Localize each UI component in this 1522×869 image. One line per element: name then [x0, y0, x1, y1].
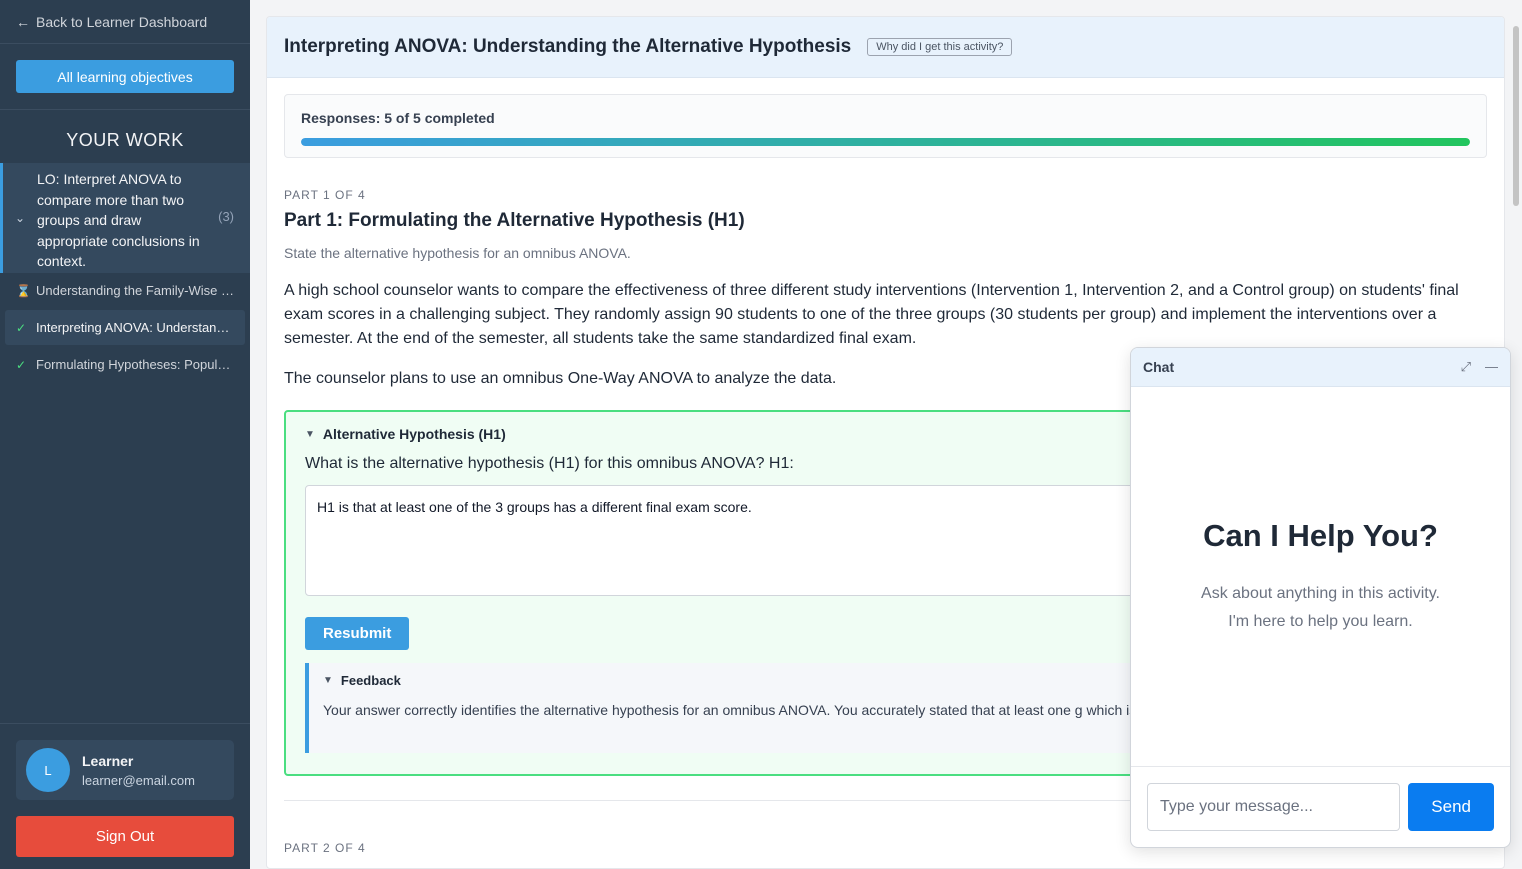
check-icon: ✓	[16, 357, 27, 372]
hourglass-icon: ⌛	[16, 283, 31, 298]
chat-input-row: Send	[1131, 767, 1510, 847]
part-subtitle: State the alternative hypothesis for an …	[284, 245, 631, 261]
activity-label: Interpreting ANOVA: Understanding the Al…	[36, 320, 234, 335]
page-scrollbar[interactable]	[1510, 16, 1522, 869]
back-link-label: Back to Learner Dashboard	[36, 13, 208, 30]
sidebar-activity-family-wise[interactable]: ⌛ Understanding the Family-Wise Error Ra…	[0, 273, 250, 308]
learning-objective-text: LO: Interpret ANOVA to compare more than…	[37, 171, 200, 269]
triangle-down-icon: ▼	[305, 428, 315, 440]
learning-objective-item[interactable]: ⌄ LO: Interpret ANOVA to compare more th…	[0, 163, 250, 273]
chat-help-line-1: Ask about anything in this activity.	[1201, 584, 1440, 602]
chat-message-input[interactable]	[1147, 783, 1401, 831]
feedback-heading: Feedback	[340, 673, 401, 688]
part-label: PART 1 OF 4	[284, 188, 366, 202]
sidebar-activity-interpreting-anova[interactable]: ✓ Interpreting ANOVA: Understanding the …	[5, 310, 245, 345]
chat-heading: Can I Help You?	[1203, 517, 1438, 553]
sidebar-activity-formulating-hypotheses[interactable]: ✓ Formulating Hypotheses: Population Par…	[0, 347, 250, 382]
resubmit-button[interactable]: Resubmit	[305, 617, 410, 650]
avatar: L	[26, 748, 70, 792]
chat-body: Can I Help You? Ask about anything in th…	[1131, 387, 1510, 767]
all-learning-objectives-button[interactable]: All learning objectives	[16, 60, 234, 93]
page-title: Interpreting ANOVA: Understanding the Al…	[284, 36, 852, 57]
answer-heading: Alternative Hypothesis (H1)	[322, 426, 506, 442]
arrow-left-icon: ←	[16, 13, 30, 30]
scrollbar-thumb[interactable]	[1513, 26, 1519, 206]
user-email: learner@email.com	[82, 772, 195, 788]
part-title: Part 1: Formulating the Alternative Hypo…	[284, 210, 745, 231]
user-name: Learner	[82, 752, 134, 769]
activity-label: Formulating Hypotheses: Population Param…	[36, 357, 234, 372]
minimize-icon[interactable]: —	[1485, 359, 1498, 375]
all-objectives-section: All learning objectives	[0, 44, 250, 110]
check-icon: ✓	[16, 320, 27, 335]
chat-header: Chat ⤢ —	[1131, 348, 1510, 387]
chat-widget: Chat ⤢ — Can I Help You? Ask about anyth…	[1130, 347, 1511, 848]
activity-count-badge: (3)	[218, 209, 234, 224]
chevron-down-icon: ⌄	[15, 211, 26, 225]
why-activity-button[interactable]: Why did I get this activity?	[867, 38, 1013, 56]
scenario-paragraph: A high school counselor wants to compare…	[284, 282, 1459, 347]
user-info: Learner learner@email.com	[82, 753, 195, 788]
progress-fill	[301, 138, 1470, 146]
back-to-dashboard-link[interactable]: ← Back to Learner Dashboard	[0, 0, 250, 44]
activity-header: Interpreting ANOVA: Understanding the Al…	[267, 17, 1504, 78]
send-button[interactable]: Send	[1408, 783, 1494, 831]
expand-icon[interactable]: ⤢	[1461, 359, 1471, 375]
sidebar: ← Back to Learner Dashboard All learning…	[0, 0, 250, 869]
chat-help-text: Ask about anything in this activity. I'm…	[1201, 580, 1440, 636]
triangle-down-icon: ▼	[323, 675, 333, 686]
chat-controls: ⤢ —	[1461, 359, 1498, 375]
sidebar-footer: L Learner learner@email.com Sign Out	[0, 723, 250, 869]
your-work-heading: YOUR WORK	[66, 130, 184, 150]
progress-label: Responses: 5 of 5 completed	[301, 110, 495, 126]
progress-bar	[301, 138, 1470, 146]
user-card: L Learner learner@email.com	[16, 740, 234, 800]
progress-card: Responses: 5 of 5 completed	[284, 94, 1487, 158]
sign-out-button[interactable]: Sign Out	[16, 816, 234, 857]
activity-label: Understanding the Family-Wise Error Rate	[36, 283, 234, 298]
chat-title: Chat	[1143, 359, 1175, 375]
chat-help-line-2: I'm here to help you learn.	[1228, 612, 1413, 630]
